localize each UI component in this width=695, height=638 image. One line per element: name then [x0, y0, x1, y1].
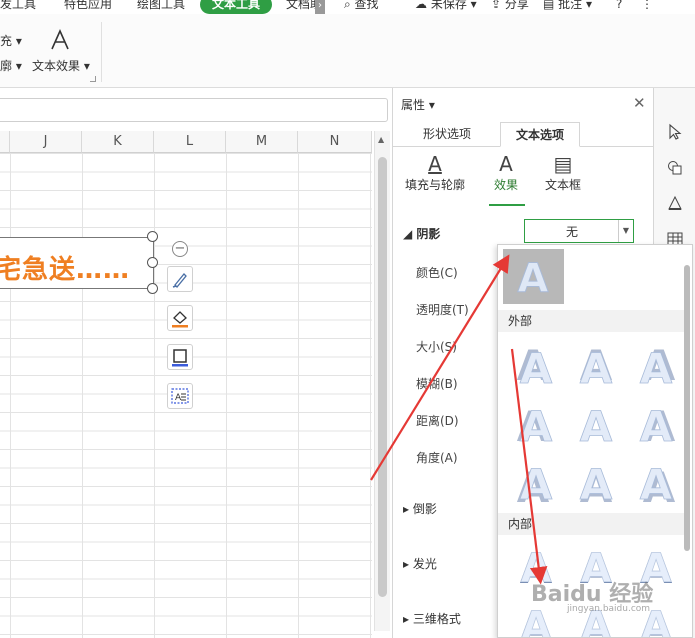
arrow-to-none-preset	[370, 254, 510, 481]
annotation-arrows	[370, 254, 548, 585]
arrow-to-inner-presets	[510, 348, 548, 585]
watermark-url: jingyan.baidu.com	[567, 604, 651, 614]
